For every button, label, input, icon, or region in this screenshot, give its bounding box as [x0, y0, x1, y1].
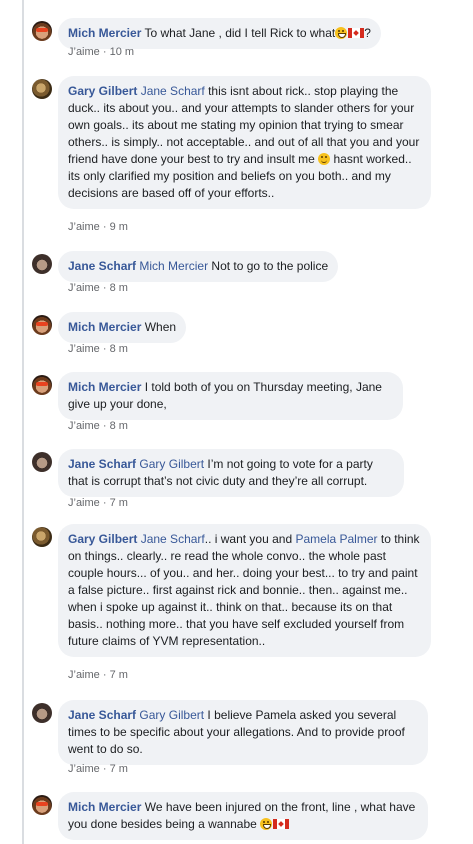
comment-meta: J’aime · 10 m — [68, 46, 135, 58]
author-name[interactable]: Jane Scharf — [68, 259, 136, 273]
author-name[interactable]: Gary Gilbert — [68, 84, 137, 98]
comment-text-end: ? — [364, 26, 371, 40]
timestamp[interactable]: 8 m — [110, 282, 128, 294]
comment-text: To what Jane , did I tell Rick to what — [144, 26, 336, 40]
timestamp[interactable]: 7 m — [110, 497, 128, 509]
like-link[interactable]: J’aime — [68, 669, 100, 681]
author-name[interactable]: Mich Mercier — [68, 380, 141, 394]
comment-meta: J’aime · 8 m — [68, 343, 128, 355]
thread-line — [22, 0, 24, 844]
comment-bubble: Mich Mercier To what Jane , did I tell R… — [58, 18, 381, 49]
comment-meta: J’aime · 8 m — [68, 420, 128, 432]
avatar[interactable] — [32, 21, 52, 41]
comment-text: .. i want you and — [204, 532, 293, 546]
comment-bubble: Mich Mercier I told both of you on Thurs… — [58, 372, 403, 420]
comment-bubble: Jane Scharf Gary Gilbert I’m not going t… — [58, 449, 404, 497]
author-name[interactable]: Jane Scharf — [68, 457, 136, 471]
mention-link[interactable]: Mich Mercier — [139, 259, 208, 273]
mention-link[interactable]: Pamela Palmer — [295, 532, 377, 546]
mention-link[interactable]: Jane Scharf — [141, 84, 205, 98]
avatar[interactable] — [32, 79, 52, 99]
timestamp[interactable]: 9 m — [110, 221, 128, 233]
like-link[interactable]: J’aime — [68, 763, 100, 775]
avatar[interactable] — [32, 452, 52, 472]
like-link[interactable]: J’aime — [68, 282, 100, 294]
comment-meta: J’aime · 7 m — [68, 669, 128, 681]
comment-bubble: Jane Scharf Gary Gilbert I believe Pamel… — [58, 700, 428, 765]
timestamp[interactable]: 8 m — [110, 343, 128, 355]
smile-emoji-icon — [318, 153, 331, 165]
avatar[interactable] — [32, 703, 52, 723]
author-name[interactable]: Mich Mercier — [68, 800, 141, 814]
like-link[interactable]: J’aime — [68, 221, 100, 233]
comment-bubble: Mich Mercier When — [58, 312, 187, 343]
comment-meta: J’aime · 7 m — [68, 763, 128, 775]
comment-meta: J’aime · 9 m — [68, 221, 128, 233]
like-link[interactable]: J’aime — [68, 343, 100, 355]
timestamp[interactable]: 10 m — [110, 46, 134, 58]
grin-emoji-icon — [260, 818, 273, 830]
author-name[interactable]: Jane Scharf — [68, 708, 136, 722]
comment-text-end: to think on things.. clearly.. re read t… — [68, 532, 420, 648]
avatar[interactable] — [32, 527, 52, 547]
comment-bubble: Gary Gilbert Jane Scharf this isnt about… — [58, 76, 431, 209]
like-link[interactable]: J’aime — [68, 420, 100, 432]
comment-text: Not to go to the police — [211, 259, 329, 273]
timestamp[interactable]: 7 m — [110, 669, 128, 681]
timestamp[interactable]: 7 m — [110, 763, 128, 775]
comment-bubble: Mich Mercier We have been injured on the… — [58, 792, 428, 840]
avatar[interactable] — [32, 375, 52, 395]
grin-emoji-icon — [335, 27, 348, 39]
comment-bubble: Jane Scharf Mich Mercier Not to go to th… — [58, 251, 339, 282]
mention-link[interactable]: Jane Scharf — [141, 532, 205, 546]
canada-flag-icon — [348, 28, 365, 38]
canada-flag-icon — [273, 819, 290, 829]
comment-text: When — [144, 320, 177, 334]
author-name[interactable]: Mich Mercier — [68, 320, 141, 334]
mention-link[interactable]: Gary Gilbert — [139, 708, 204, 722]
comment-meta: J’aime · 8 m — [68, 282, 128, 294]
like-link[interactable]: J’aime — [68, 46, 100, 58]
avatar[interactable] — [32, 254, 52, 274]
avatar[interactable] — [32, 795, 52, 815]
avatar[interactable] — [32, 315, 52, 335]
author-name[interactable]: Mich Mercier — [68, 26, 141, 40]
author-name[interactable]: Gary Gilbert — [68, 532, 137, 546]
mention-link[interactable]: Gary Gilbert — [139, 457, 204, 471]
comment-bubble: Gary Gilbert Jane Scharf.. i want you an… — [58, 524, 431, 657]
timestamp[interactable]: 8 m — [110, 420, 128, 432]
like-link[interactable]: J’aime — [68, 497, 100, 509]
comment-meta: J’aime · 7 m — [68, 497, 128, 509]
